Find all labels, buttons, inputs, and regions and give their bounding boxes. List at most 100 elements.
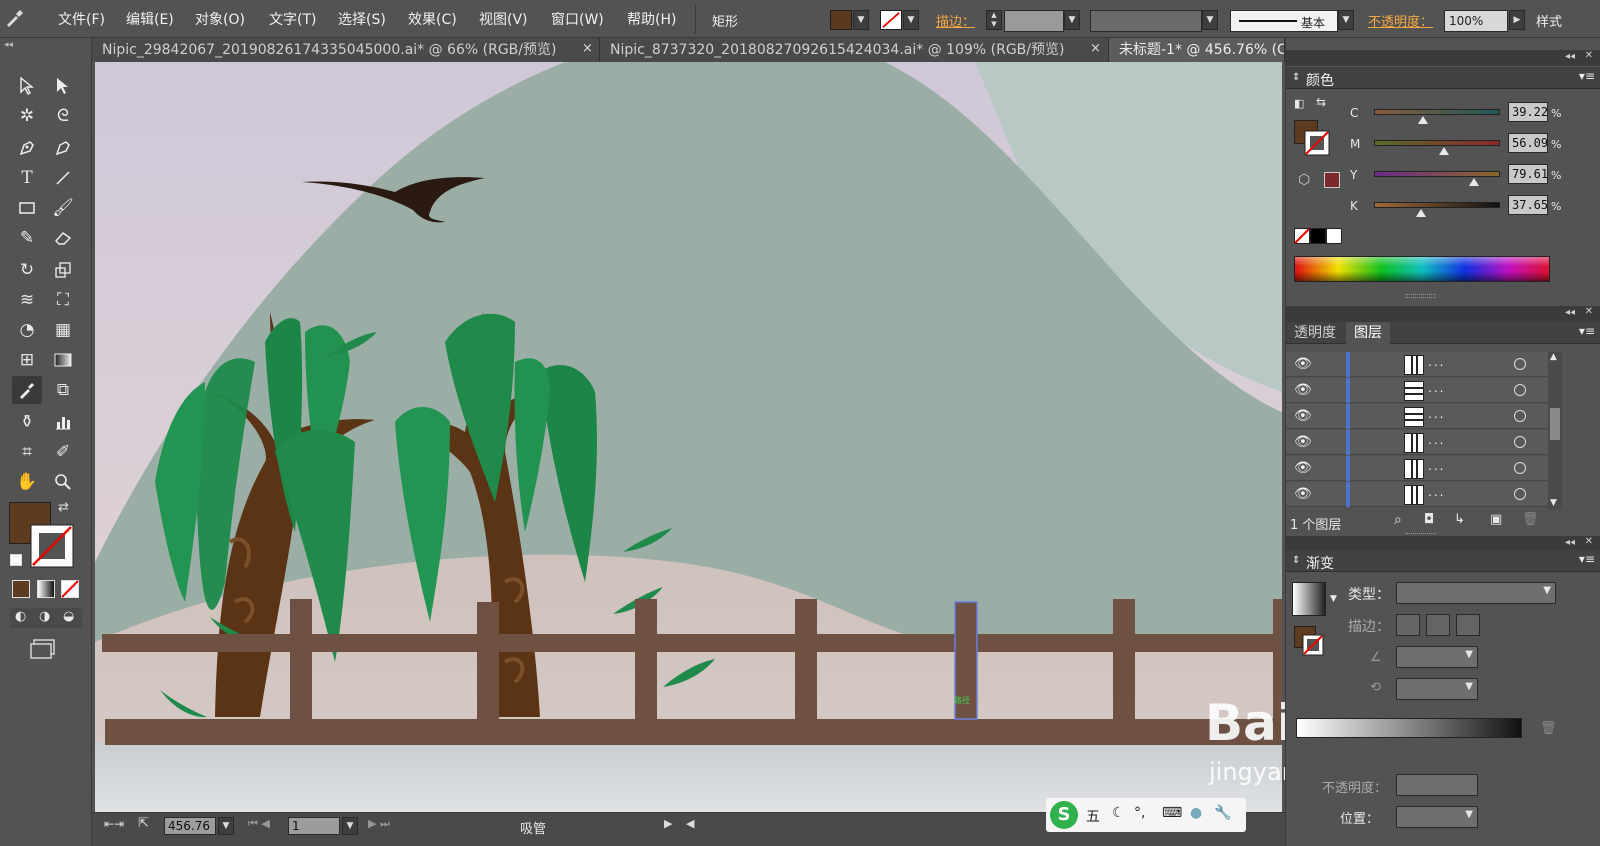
yellow-slider-thumb[interactable] [1469,178,1479,186]
layers-scrollbar[interactable]: ▲ ▼ [1548,352,1562,510]
layers-menu-icon[interactable]: ▾≡ [1579,324,1595,338]
scroll-thumb[interactable] [1550,408,1560,440]
menu-view[interactable]: 视图(V) [479,9,528,29]
aspect-ratio-field[interactable]: ▼ [1396,678,1478,700]
menu-help[interactable]: 帮助(H) [627,9,676,29]
menu-edit[interactable]: 编辑(E) [126,9,174,29]
eraser-tool[interactable] [48,224,78,252]
scroll-up-arrow[interactable]: ▲ [1550,352,1557,362]
gamut-warning-swatch[interactable] [1324,172,1340,188]
scroll-down-arrow[interactable]: ▼ [1550,498,1557,508]
make-clip-mask-icon[interactable]: ◘ [1424,512,1434,527]
fill-swatch[interactable] [830,10,852,30]
gradient-menu-icon[interactable]: ▾≡ [1579,552,1595,566]
zoom-dropdown[interactable]: ▼ [218,817,234,835]
layer-row[interactable]: 👁 ... [1286,352,1554,377]
sogou-icon[interactable]: S [1050,801,1078,829]
delete-stop-icon[interactable]: 🗑 [1540,721,1557,736]
close-panel-icon-2[interactable]: ✕ [1585,306,1593,317]
zoom-field[interactable]: 456.76 [164,817,216,835]
gradient-preview-dropdown[interactable]: ▼ [1330,594,1337,604]
collapse-panel-icon[interactable]: ◂◂ [4,40,13,50]
page-dropdown[interactable]: ▼ [342,817,358,835]
width-tool[interactable]: ≋ [12,286,42,314]
new-sublayer-icon[interactable]: ↳ [1454,512,1465,527]
rotate-tool[interactable]: ↻ [12,256,42,284]
mesh-tool[interactable]: ⊞ [12,346,42,374]
brush-dropdown[interactable]: ▼ [1338,10,1354,30]
layer-row[interactable]: 👁 ... [1286,482,1554,507]
variable-width-field[interactable] [1090,10,1202,32]
curvature-tool[interactable] [48,134,78,162]
layer-target-icon[interactable] [1514,462,1526,474]
ime-keyboard-icon[interactable]: ⌨ [1162,805,1182,821]
collapse-icon[interactable]: ◂◂ [1565,51,1575,62]
panel-toggle-icon-2[interactable]: ⇕ [1292,555,1300,566]
swap-colors-icon[interactable]: ⇄ [58,500,69,515]
visibility-eye-icon[interactable]: 👁 [1294,460,1312,476]
hand-tool[interactable]: ✋ [12,468,42,496]
scale-tool[interactable] [48,256,78,284]
tab-document-2[interactable]: Nipic_8737320_20180827092615424034.ai* @… [600,38,1109,62]
symbol-sprayer-tool[interactable]: ⚱ [12,408,42,436]
drawing-modes[interactable]: ◐ ◑ ◒ [10,608,82,628]
zoom-tool[interactable] [48,468,78,496]
rectangle-tool[interactable] [12,194,42,222]
visibility-eye-icon[interactable]: 👁 [1294,486,1312,502]
tab-layers[interactable]: 图层 [1346,322,1390,344]
gradient-slider[interactable] [1296,718,1522,738]
stroke-across-button[interactable] [1456,614,1480,636]
column-graph-tool[interactable] [48,408,78,436]
direct-selection-tool[interactable] [48,72,78,100]
gradient-tool[interactable] [48,346,78,374]
black-color-button[interactable] [1310,228,1326,244]
draw-normal-icon[interactable]: ◐ [15,609,26,624]
stroke-none-swatch[interactable] [880,10,902,30]
color-mode-button[interactable] [12,580,30,598]
default-colors-icon[interactable] [10,554,22,566]
screen-mode-button[interactable] [30,638,56,660]
draw-inside-icon[interactable]: ◒ [63,609,74,624]
tab-document-2-close[interactable]: × [1090,41,1101,56]
eyedropper-tool[interactable] [12,376,42,404]
ime-settings-icon[interactable]: 🔧 [1214,805,1231,821]
artboard-canvas[interactable]: 路径 [95,62,1282,812]
gradient-type-select[interactable]: ▼ [1396,582,1556,604]
out-of-gamut-icon[interactable]: ⬡ [1298,172,1310,188]
yellow-slider[interactable] [1374,171,1500,177]
draw-behind-icon[interactable]: ◑ [39,609,50,624]
status-menu-arrow[interactable]: ▶ [664,817,672,830]
tab-transparency[interactable]: 透明度 [1286,322,1344,344]
menu-type[interactable]: 文字(T) [269,9,316,29]
black-slider-thumb[interactable] [1416,209,1426,217]
opacity-field[interactable]: 100% [1444,10,1508,32]
paintbrush-tool[interactable]: 🖌 [48,194,78,222]
layer-row[interactable]: 👁 ... [1286,430,1554,455]
visibility-eye-icon[interactable]: 👁 [1294,356,1312,372]
line-tool[interactable] [48,164,78,192]
lasso-tool[interactable]: ᘓ [48,102,78,130]
magenta-slider[interactable] [1374,140,1500,146]
opacity-label[interactable]: 不透明度： [1368,11,1433,30]
stroke-label[interactable]: 描边： [936,11,975,30]
white-color-button[interactable] [1326,228,1342,244]
stroke-dropdown[interactable]: ▼ [903,10,919,30]
panel-resize-grip[interactable] [1406,294,1436,298]
default-fill-stroke-icon[interactable]: ◧ [1294,97,1304,110]
share-icon[interactable]: ⇱ [138,816,149,831]
style-label[interactable]: 样式 [1536,11,1562,30]
close-panel-icon-3[interactable]: ✕ [1585,536,1593,547]
fill-dropdown[interactable]: ▼ [853,10,869,30]
menu-effect[interactable]: 效果(C) [408,9,457,29]
menu-object[interactable]: 对象(O) [195,9,245,29]
shape-builder-tool[interactable]: ◔ [12,316,42,344]
page-field[interactable]: 1 [288,817,340,835]
gradient-preview[interactable] [1292,582,1326,616]
variable-width-dropdown[interactable]: ▼ [1202,10,1218,30]
pencil-tool[interactable]: ✎ [12,224,42,252]
none-color-button[interactable] [1294,228,1310,244]
none-mode-button[interactable] [61,580,79,598]
blend-tool[interactable]: ⧉ [48,376,78,404]
ime-punct-icon[interactable]: °, [1134,805,1145,821]
visibility-eye-icon[interactable]: 👁 [1294,434,1312,450]
